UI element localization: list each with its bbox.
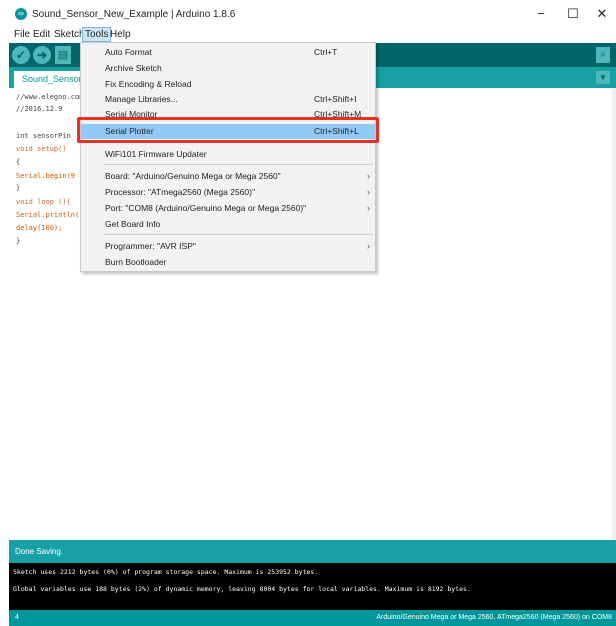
verify-button[interactable]: ✓ [12, 46, 30, 64]
status-bar: 4 Arduino/Genuino Mega or Mega 2560, ATm… [9, 610, 616, 626]
menu-item-programmer-selector[interactable]: Programmer: "AVR ISP" › [81, 239, 375, 254]
upload-button[interactable]: ➔ [33, 46, 51, 64]
code-line: //2016.12.9 [16, 105, 63, 113]
code-line: { [16, 158, 21, 166]
arrow-right-icon: ➔ [36, 48, 48, 62]
console-line: Sketch uses 2212 bytes (0%) of program s… [13, 568, 319, 576]
menu-item-processor-selector[interactable]: Processor: "ATmega2560 (Mega 2560)" › [81, 185, 375, 200]
submenu-arrow-icon: › [367, 171, 370, 181]
menu-edit[interactable]: Edit [31, 28, 52, 41]
magnifier-icon: ⌕ [600, 49, 606, 60]
code-line: Serial.println( [16, 211, 80, 219]
menu-item-label: Manage Libraries... [105, 94, 178, 104]
menu-separator [103, 164, 373, 165]
tools-menu: Auto Format Ctrl+T Archive Sketch Fix Encod… [80, 42, 376, 272]
menu-item-label: Burn Bootloader [105, 257, 167, 267]
menu-item-fix-encoding-reload[interactable]: Fix Encoding & Reload [81, 77, 375, 92]
code-line: void setup() [16, 145, 67, 153]
serial-monitor-button[interactable]: ⌕ [596, 47, 610, 63]
console-output: Sketch uses 2212 bytes (0%) of program s… [9, 563, 616, 610]
menu-item-label: Board: "Arduino/Genuino Mega or Mega 256… [105, 171, 281, 181]
tab-sound-sensor[interactable]: Sound_Sensor [14, 71, 86, 88]
code-line: delay(100); [16, 224, 63, 232]
code-line: } [16, 237, 21, 245]
console-line: Global variables use 188 bytes (2%) of d… [13, 585, 471, 593]
code-line: //www.elegoo.com [16, 93, 84, 101]
line-number: 4 [15, 614, 19, 621]
menu-item-label: Archive Sketch [105, 63, 162, 73]
menu-item-auto-format[interactable]: Auto Format Ctrl+T [81, 45, 375, 60]
menu-item-label: Get Board Info [105, 219, 161, 229]
editor-scrollbar[interactable] [612, 88, 616, 540]
menu-item-label: WiFi101 Firmware Updater [105, 149, 207, 159]
new-file-icon: ▤ [57, 49, 69, 61]
menu-item-port-selector[interactable]: Port: "COM8 (Arduino/Genuino Mega or Meg… [81, 201, 375, 216]
menu-item-label: Processor: "ATmega2560 (Mega 2560)" [105, 187, 255, 197]
menu-help[interactable]: Help [108, 28, 133, 41]
menu-item-board-selector[interactable]: Board: "Arduino/Genuino Mega or Mega 256… [81, 169, 375, 184]
menu-file[interactable]: File [12, 28, 32, 41]
menu-item-shortcut: Ctrl+T [314, 47, 338, 57]
status-message: Done Saving. [9, 540, 616, 563]
board-info: Arduino/Genuino Mega or Mega 2560, ATmeg… [376, 614, 612, 621]
menu-tools[interactable]: Tools [82, 27, 112, 42]
arduino-logo-icon: ∞ [15, 8, 27, 20]
menu-item-burn-bootloader[interactable]: Burn Bootloader [81, 255, 375, 270]
menu-bar: File Edit Sketch Tools Help [9, 26, 616, 42]
new-sketch-button[interactable]: ▤ [55, 46, 71, 64]
menu-item-label: Programmer: "AVR ISP" [105, 241, 196, 251]
submenu-arrow-icon: › [367, 187, 370, 197]
chevron-down-icon: ▼ [599, 73, 607, 82]
menu-item-label: Port: "COM8 (Arduino/Genuino Mega or Meg… [105, 203, 307, 213]
submenu-arrow-icon: › [367, 203, 370, 213]
code-line: void loop (){ [16, 198, 71, 206]
menu-item-wifi101-firmware-updater[interactable]: WiFi101 Firmware Updater [81, 147, 375, 162]
checkmark-icon: ✓ [15, 48, 27, 62]
menu-separator [103, 234, 373, 235]
maximize-button[interactable]: ☐ [563, 6, 583, 22]
submenu-arrow-icon: › [367, 241, 370, 251]
menu-item-label: Auto Format [105, 47, 152, 57]
code-line: Serial.begin(9 [16, 172, 76, 180]
close-button[interactable]: ✕ [592, 6, 612, 22]
menu-item-manage-libraries[interactable]: Manage Libraries... Ctrl+Shift+I [81, 92, 375, 107]
tab-menu-button[interactable]: ▼ [596, 71, 610, 84]
annotation-highlight-box [77, 117, 379, 143]
menu-item-label: Fix Encoding & Reload [105, 79, 192, 89]
menu-item-shortcut: Ctrl+Shift+I [314, 94, 357, 104]
menu-item-get-board-info[interactable]: Get Board Info [81, 217, 375, 232]
code-line: } [16, 184, 21, 192]
code-line: int sensorPin [16, 132, 71, 140]
menu-item-archive-sketch[interactable]: Archive Sketch [81, 61, 375, 76]
window-title: Sound_Sensor_New_Example | Arduino 1.8.6 [32, 9, 236, 20]
minimize-button[interactable]: − [531, 6, 551, 22]
